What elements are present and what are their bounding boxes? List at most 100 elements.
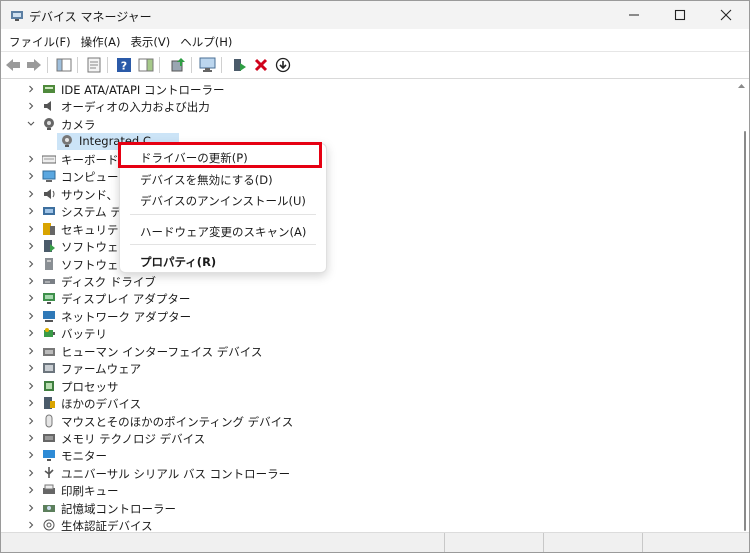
chevron-right-icon[interactable] bbox=[26, 292, 36, 304]
tree-category-item[interactable]: ヒューマン インターフェイス デバイス bbox=[1, 343, 734, 360]
chevron-right-icon[interactable] bbox=[26, 362, 36, 374]
chevron-right-icon[interactable] bbox=[26, 519, 36, 531]
chevron-right-icon[interactable] bbox=[26, 380, 36, 392]
menu-scan-hardware[interactable]: ハードウェア変更のスキャン(A) bbox=[120, 221, 326, 241]
chevron-right-icon[interactable] bbox=[26, 467, 36, 479]
forward-button[interactable] bbox=[25, 56, 43, 74]
tree-category-item[interactable]: ディスク ドライブ bbox=[1, 273, 734, 290]
tree-item-label: キーボード bbox=[61, 152, 119, 167]
chevron-right-icon[interactable] bbox=[26, 258, 36, 270]
tree-item-label: ディスプレイ アダプター bbox=[61, 292, 191, 307]
chevron-right-icon[interactable] bbox=[26, 100, 36, 112]
menu-disable-device[interactable]: デバイスを無効にする(D) bbox=[120, 169, 326, 189]
toolbar-separator bbox=[159, 57, 160, 73]
chevron-right-icon[interactable] bbox=[26, 240, 36, 252]
tree-item-label: オーディオの入力および出力 bbox=[61, 100, 210, 115]
tree-item-label: メモリ テクノロジ デバイス bbox=[61, 432, 206, 446]
chevron-down-icon[interactable] bbox=[26, 118, 36, 130]
system-icon bbox=[42, 204, 56, 218]
tree-category-item[interactable]: ほかのデバイス bbox=[1, 395, 734, 412]
close-button[interactable] bbox=[703, 1, 749, 29]
chevron-right-icon[interactable] bbox=[26, 83, 36, 95]
tree-device-item[interactable]: Integrated C bbox=[1, 133, 734, 151]
chevron-right-icon[interactable] bbox=[26, 327, 36, 339]
menu-file[interactable]: ファイル(F) bbox=[4, 29, 76, 51]
camera-icon bbox=[42, 117, 56, 131]
tree-item-label: カメラ bbox=[61, 117, 96, 132]
tree-item-label: 印刷キュー bbox=[61, 484, 119, 499]
chevron-right-icon[interactable] bbox=[26, 415, 36, 427]
tree-item-label: バッテリ bbox=[61, 327, 107, 342]
menu-help[interactable]: ヘルプ(H) bbox=[175, 29, 237, 51]
tree-item-label: IDE ATA/ATAPI コントローラー bbox=[61, 83, 225, 97]
tree-item-label: ユニバーサル シリアル バス コントローラー bbox=[61, 466, 291, 481]
device-manager-window: デバイス マネージャー ファイル(F) 操作(A) 表示(V) ヘルプ(H) ?… bbox=[0, 0, 750, 553]
menu-item-label: ハードウェア変更のスキャン(A) bbox=[140, 225, 307, 239]
tree-category-item[interactable]: マウスとそのほかのポインティング デバイス bbox=[1, 413, 734, 430]
update-driver-toolbar-button[interactable] bbox=[169, 56, 187, 74]
tree-category-item[interactable]: ネットワーク アダプター bbox=[1, 308, 734, 325]
scrollbar-track bbox=[738, 84, 746, 531]
menu-properties[interactable]: プロパティ(R) bbox=[120, 251, 326, 271]
scan-hardware-button[interactable] bbox=[199, 56, 217, 74]
tree-category-item[interactable]: システム デ bbox=[1, 203, 734, 220]
tree-category-item[interactable]: 印刷キュー bbox=[1, 482, 734, 499]
tree-category-item[interactable]: カメラ bbox=[1, 116, 734, 133]
show-hide-console-tree-button[interactable] bbox=[55, 56, 73, 74]
chevron-right-icon[interactable] bbox=[26, 502, 36, 514]
chevron-right-icon[interactable] bbox=[26, 449, 36, 461]
chevron-right-icon[interactable] bbox=[26, 223, 36, 235]
tree-category-item[interactable]: ユニバーサル シリアル バス コントローラー bbox=[1, 465, 734, 482]
chevron-right-icon[interactable] bbox=[26, 188, 36, 200]
chevron-right-icon[interactable] bbox=[26, 275, 36, 287]
maximize-button[interactable] bbox=[657, 1, 703, 29]
uninstall-device-button[interactable] bbox=[252, 56, 270, 74]
chevron-right-icon[interactable] bbox=[26, 205, 36, 217]
tree-category-item[interactable]: ファームウェア bbox=[1, 360, 734, 377]
chevron-right-icon[interactable] bbox=[26, 484, 36, 496]
add-driver-button[interactable] bbox=[230, 56, 248, 74]
tree-category-item[interactable]: プロセッサ bbox=[1, 378, 734, 395]
tree-category-item[interactable]: 記憶域コントローラー bbox=[1, 500, 734, 517]
minimize-button[interactable] bbox=[611, 1, 657, 29]
menu-action[interactable]: 操作(A) bbox=[76, 29, 126, 51]
status-bar-pane bbox=[444, 533, 544, 552]
close-icon bbox=[720, 9, 732, 21]
chevron-right-icon[interactable] bbox=[26, 345, 36, 357]
tree-category-item[interactable]: セキュリテ bbox=[1, 221, 734, 238]
chevron-right-icon[interactable] bbox=[26, 397, 36, 409]
tree-category-item[interactable]: キーボード bbox=[1, 151, 734, 168]
chevron-right-icon[interactable] bbox=[26, 153, 36, 165]
tree-category-item[interactable]: ソフトウェ bbox=[1, 256, 734, 273]
tree-category-item[interactable]: IDE ATA/ATAPI コントローラー bbox=[1, 81, 734, 98]
chevron-right-icon[interactable] bbox=[26, 170, 36, 182]
menu-bar: ファイル(F) 操作(A) 表示(V) ヘルプ(H) bbox=[1, 29, 749, 51]
status-bar-pane bbox=[543, 533, 643, 552]
help-button[interactable]: ? bbox=[115, 56, 133, 74]
tree-item-label: ヒューマン インターフェイス デバイス bbox=[61, 344, 263, 359]
tree-category-item[interactable]: ソフトウェ bbox=[1, 238, 734, 255]
chevron-right-icon[interactable] bbox=[26, 310, 36, 322]
tree-category-item[interactable]: コンピュー bbox=[1, 168, 734, 185]
disk-drive-icon bbox=[42, 274, 56, 288]
tree-item-label: システム デ bbox=[61, 205, 122, 220]
menu-uninstall-device[interactable]: デバイスのアンインストール(U) bbox=[120, 190, 326, 210]
tree-category-item[interactable]: バッテリ bbox=[1, 325, 734, 342]
menu-view[interactable]: 表示(V) bbox=[125, 29, 175, 51]
show-pane-button[interactable] bbox=[137, 56, 155, 74]
tree-item-label: 記憶域コントローラー bbox=[61, 501, 176, 516]
vertical-scrollbar[interactable] bbox=[734, 79, 749, 531]
disable-device-button[interactable] bbox=[274, 56, 292, 74]
tree-category-item[interactable]: ディスプレイ アダプター bbox=[1, 290, 734, 307]
tree-category-item[interactable]: 生体認証デバイス bbox=[1, 517, 734, 531]
properties-toolbar-button[interactable] bbox=[85, 56, 103, 74]
tree-category-item[interactable]: オーディオの入力および出力 bbox=[1, 98, 734, 115]
back-button[interactable] bbox=[4, 56, 22, 74]
chevron-right-icon[interactable] bbox=[26, 432, 36, 444]
tree-item-label: モニター bbox=[61, 449, 107, 464]
network-adapter-icon bbox=[42, 309, 56, 323]
tree-category-item[interactable]: モニター bbox=[1, 447, 734, 464]
tree-category-item[interactable]: サウンド、 bbox=[1, 186, 734, 203]
toolbar-separator bbox=[107, 57, 108, 73]
tree-category-item[interactable]: メモリ テクノロジ デバイス bbox=[1, 430, 734, 447]
